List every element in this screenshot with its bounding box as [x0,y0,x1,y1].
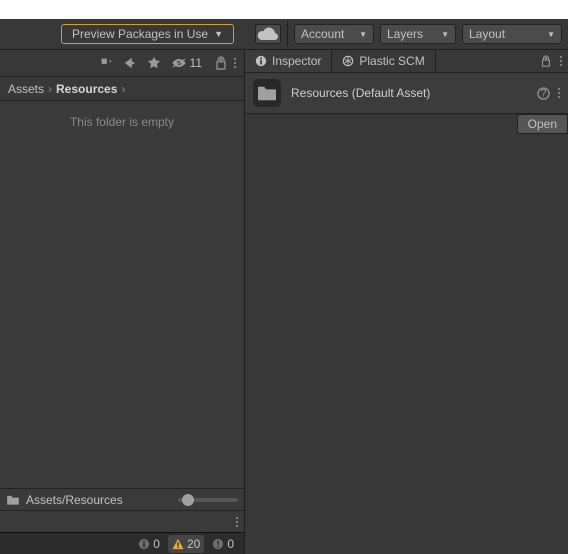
hidden-count[interactable]: 11 [171,56,202,70]
slider-knob[interactable] [182,494,194,506]
add-asset-button[interactable] [99,56,113,70]
help-icon[interactable]: ? [537,87,550,100]
tab-inspector[interactable]: Inspector [245,50,332,72]
inspector-tabs: Inspector Plastic SCM [245,50,568,73]
chevron-right-icon: › [48,82,52,96]
lock-icon[interactable] [214,56,228,70]
layers-label: Layers [387,27,423,41]
account-label: Account [301,27,344,41]
window-chrome-top [0,0,568,19]
folder-icon [6,494,20,506]
preview-packages-button[interactable]: Preview Packages in Use ▼ [61,24,234,44]
console-error-count: 0 [227,537,234,551]
filter-label-icon[interactable] [123,56,137,70]
main-toolbar: Preview Packages in Use ▼ Account ▼ Laye… [0,19,568,50]
layout-label: Layout [469,27,505,41]
info-icon [255,55,267,67]
console-info-toggle[interactable]: 0 [134,535,164,553]
inspector-title: Resources (Default Asset) [291,86,430,100]
lock-icon[interactable] [540,55,552,67]
panel-menu-icon[interactable] [236,517,238,527]
chevron-down-icon: ▼ [214,29,223,39]
empty-folder-message: This folder is empty [0,101,244,129]
tab-plastic-label: Plastic SCM [359,54,424,68]
tab-plastic-scm[interactable]: Plastic SCM [332,50,435,72]
panel-menu-icon[interactable] [560,56,562,66]
cloud-icon [256,26,280,42]
open-button-label: Open [528,117,557,131]
favorite-star-icon[interactable] [147,56,161,70]
preview-packages-label: Preview Packages in Use [72,27,208,41]
inspector-header: Resources (Default Asset) ? [245,73,568,114]
panel-menu-icon[interactable] [558,88,560,98]
inspector-panel: Inspector Plastic SCM Resources (Default… [245,50,568,554]
layers-dropdown[interactable]: Layers ▼ [380,24,456,44]
chevron-right-icon: › [121,82,125,96]
folder-icon [256,84,278,102]
console-error-toggle[interactable]: 0 [208,535,238,553]
footer-path: Assets/Resources [26,493,123,507]
breadcrumb: Assets › Resources › [0,77,244,101]
console-info-count: 0 [153,537,160,551]
hidden-count-value: 11 [190,56,202,70]
tab-inspector-label: Inspector [272,54,321,68]
chevron-down-icon: ▼ [359,30,367,39]
thumbnail-size-slider[interactable] [178,498,238,502]
panel-menu-icon[interactable] [234,58,236,68]
inspector-open-row: Open [517,114,568,136]
plastic-scm-icon [342,55,354,67]
project-context-row [0,510,244,532]
toolbar-separator [287,21,288,47]
asset-icon-tile [253,79,281,107]
chevron-down-icon: ▼ [547,30,555,39]
project-panel: 11 Assets › Resources › This folder is e… [0,50,245,554]
open-button[interactable]: Open [517,114,568,134]
console-warn-count: 20 [187,537,200,551]
project-toolbar: 11 [0,50,244,77]
breadcrumb-current[interactable]: Resources [56,82,117,96]
breadcrumb-root[interactable]: Assets [8,82,44,96]
console-warn-toggle[interactable]: 20 [168,535,204,553]
project-content-area[interactable]: This folder is empty [0,101,244,488]
console-status-bar: 0 20 0 [0,532,245,554]
svg-text:?: ? [540,87,546,99]
layout-dropdown[interactable]: Layout ▼ [462,24,562,44]
project-footer: Assets/Resources [0,488,244,510]
cloud-button[interactable] [255,24,281,44]
chevron-down-icon: ▼ [441,30,449,39]
account-dropdown[interactable]: Account ▼ [294,24,374,44]
